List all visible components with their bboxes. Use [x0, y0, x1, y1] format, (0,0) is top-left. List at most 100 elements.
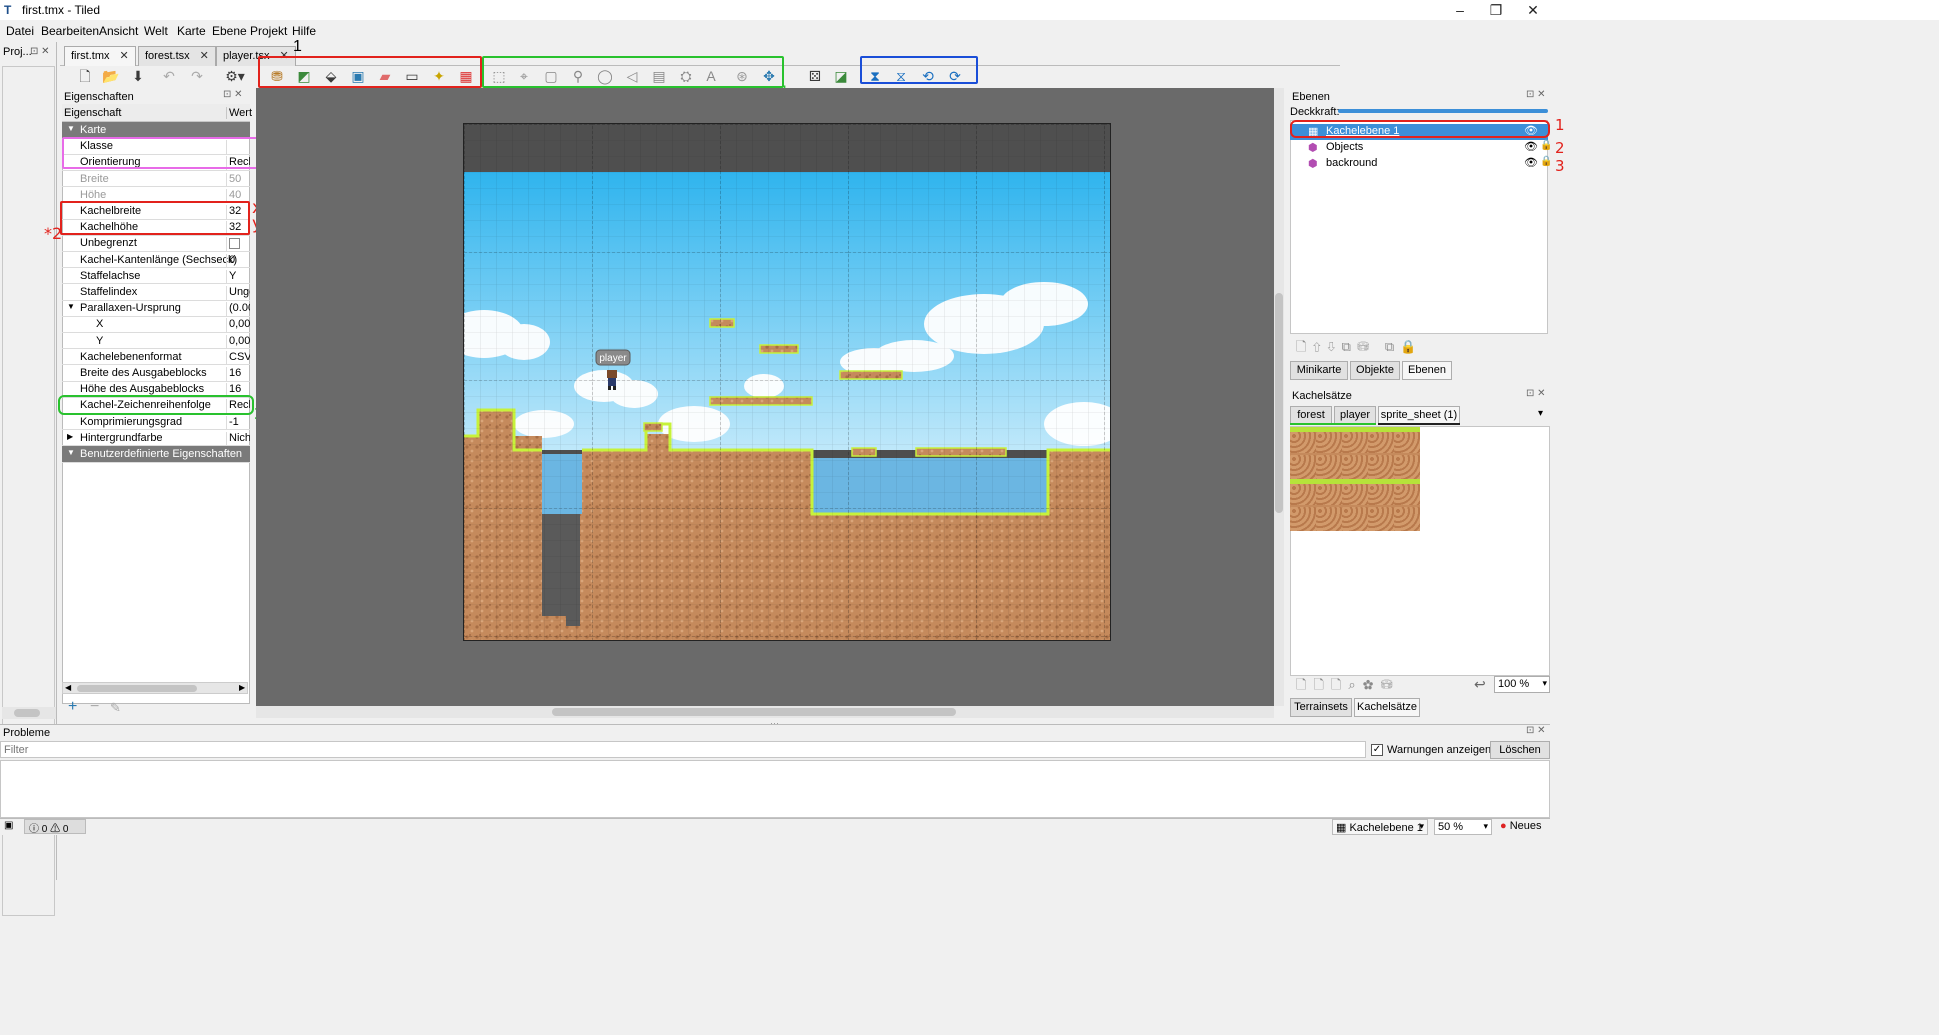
select-same-tile-icon[interactable]: ▦ — [455, 66, 477, 86]
unbounded-checkbox[interactable] — [229, 238, 240, 250]
layers-panel-buttons[interactable]: ⊡ ✕ — [1526, 89, 1546, 100]
menu-karte[interactable]: Karte — [177, 24, 206, 38]
tileset-toolbar[interactable]: 🗋🗋🗋⌕✿⛁ — [1296, 676, 1400, 698]
shape-fill-icon[interactable]: ▣ — [347, 66, 369, 86]
tile-cell[interactable] — [1394, 479, 1420, 505]
select-objects-icon[interactable]: ⬚ — [488, 66, 510, 86]
property-row[interactable]: ▼ Parallaxen-Ursprung (0.00, — [62, 300, 250, 317]
property-value[interactable]: Nicht — [226, 431, 250, 446]
tileset-image[interactable] — [1290, 427, 1422, 531]
lock-icon[interactable]: 🔒 — [1540, 140, 1552, 151]
tile-cell[interactable] — [1316, 453, 1342, 479]
insert-polygon-icon[interactable]: ◁ — [621, 66, 643, 86]
layer-row-objects[interactable]: ⬢ Objects 👁 🔒 — [1290, 140, 1552, 156]
property-row[interactable]: Breite 50 — [62, 171, 250, 188]
chevron-right-icon[interactable]: ▶ — [67, 432, 73, 441]
console-icon[interactable]: ▣ — [4, 820, 13, 831]
flip-horizontal-icon[interactable]: ⧗ — [864, 66, 886, 86]
dynamic-wrap-icon[interactable]: ↩ — [1474, 676, 1486, 693]
tile-cell[interactable] — [1394, 505, 1420, 531]
tile-cell[interactable] — [1316, 505, 1342, 531]
tileset-dropdown-icon[interactable]: ▾ — [1538, 408, 1543, 419]
remove-property-button[interactable]: − — [90, 698, 99, 716]
viewport-vscroll[interactable] — [1274, 88, 1284, 706]
chevron-down-icon[interactable]: ▼ — [67, 302, 75, 311]
undo-icon[interactable]: ↶ — [158, 66, 180, 86]
new-file-icon[interactable]: 🗋 — [74, 66, 96, 86]
tab-kachelsaetze[interactable]: Kachelsätze — [1354, 698, 1420, 717]
tile-cell[interactable] — [1368, 427, 1394, 453]
warnings-checkbox[interactable]: ✓ — [1371, 744, 1383, 756]
tile-cell[interactable] — [1394, 453, 1420, 479]
tile-cell[interactable] — [1342, 427, 1368, 453]
property-row[interactable]: Staffelachse Y — [62, 268, 250, 285]
clear-button[interactable]: Löschen — [1490, 741, 1550, 759]
wang-fill-icon[interactable]: ◪ — [830, 66, 852, 86]
tile-cell[interactable] — [1290, 479, 1316, 505]
menu-ebene[interactable]: Ebene — [212, 24, 247, 38]
layer-row-backround[interactable]: ⬢ backround 👁 🔒 — [1290, 156, 1552, 172]
tile-cell[interactable] — [1290, 427, 1316, 453]
insert-point-icon[interactable]: ⚲ — [567, 66, 589, 86]
menu-datei[interactable]: Datei — [6, 24, 34, 38]
map-canvas[interactable]: player — [464, 124, 1111, 641]
property-value[interactable]: 0,00 — [226, 318, 250, 333]
redo-icon[interactable]: ↷ — [186, 66, 208, 86]
property-row[interactable]: Y 0,00 — [62, 333, 250, 350]
add-property-button[interactable]: + — [68, 698, 77, 716]
chevron-down-icon[interactable]: ▼ — [67, 124, 75, 133]
map-zoom-select[interactable]: 50 % ▾ — [1434, 819, 1492, 835]
tab-first-tmx[interactable]: first.tmx ✕ — [64, 46, 136, 66]
eraser-icon[interactable]: ▰ — [374, 66, 396, 86]
filter-input[interactable] — [0, 741, 1366, 758]
tile-cell[interactable] — [1290, 453, 1316, 479]
tileset-tab-forest[interactable]: forest — [1290, 406, 1332, 424]
tileset-tab-sprite-sheet[interactable]: sprite_sheet (1) — [1378, 406, 1460, 424]
rotate-right-icon[interactable]: ⟳ — [944, 66, 966, 86]
project-panel-buttons[interactable]: ⊡ ✕ — [30, 46, 50, 57]
save-icon[interactable]: ⬇ — [127, 66, 149, 86]
tile-cell[interactable] — [1342, 453, 1368, 479]
news-button[interactable]: ● Neues — [1500, 820, 1542, 832]
tab-objekte[interactable]: Objekte — [1350, 361, 1400, 380]
properties-panel-buttons[interactable]: ⊡ ✕ — [223, 89, 243, 100]
problems-panel-buttons[interactable]: ⊡ ✕ — [1526, 725, 1546, 736]
insert-template-icon[interactable]: ⛭ — [675, 66, 697, 86]
property-value[interactable]: CSV — [226, 350, 250, 365]
property-row[interactable]: X 0,00 — [62, 316, 250, 333]
insert-text-icon[interactable]: A — [700, 66, 722, 86]
menu-ansicht[interactable]: Ansicht — [99, 24, 138, 38]
tab-terrainsets[interactable]: Terrainsets — [1290, 698, 1352, 717]
opacity-slider[interactable] — [1338, 109, 1548, 113]
menu-projekt[interactable]: Projekt — [250, 24, 287, 38]
tilesets-panel-buttons[interactable]: ⊡ ✕ — [1526, 388, 1546, 399]
lock-icon[interactable]: 🔒 — [1540, 156, 1552, 167]
property-value[interactable] — [226, 237, 250, 252]
chevron-down-icon[interactable]: ▼ — [67, 448, 75, 457]
tab-minikarte[interactable]: Minikarte — [1290, 361, 1348, 380]
flip-vertical-icon[interactable]: ⧖ — [890, 66, 912, 86]
property-value[interactable]: Unge — [226, 286, 250, 300]
property-row[interactable]: Kachel-Kantenlänge (Sechseck) 0 — [62, 252, 250, 269]
property-row[interactable]: Komprimierungsgrad -1 — [62, 414, 250, 431]
property-value[interactable]: 0 — [226, 253, 250, 268]
properties-scrollbar[interactable]: ◀ ▶ — [62, 682, 248, 694]
open-file-icon[interactable]: 📂 — [100, 66, 122, 86]
eye-icon[interactable]: 👁 — [1524, 156, 1538, 169]
close-icon[interactable]: ✕ — [120, 50, 129, 62]
property-row[interactable]: Breite des Ausgabeblocks 16 — [62, 365, 250, 382]
edit-polygons-icon[interactable]: ⌖ — [513, 66, 535, 86]
commands-icon[interactable]: ⚙▾ — [220, 66, 250, 86]
menu-hilfe[interactable]: Hilfe — [292, 24, 316, 38]
rect-select-icon[interactable]: ▭ — [401, 66, 423, 86]
tileset-zoom-select[interactable]: 100 % ▾ — [1494, 676, 1550, 693]
terrain-brush-icon[interactable]: ◩ — [293, 66, 315, 86]
stamp-brush-icon[interactable]: ⛃ — [266, 66, 288, 86]
magic-wand-icon[interactable]: ✦ — [428, 66, 450, 86]
world-tool-icon[interactable]: ⊛ — [731, 66, 753, 86]
tab-forest-tsx[interactable]: forest.tsx ✕ — [138, 46, 216, 66]
tile-cell[interactable] — [1290, 505, 1316, 531]
tileset-tab-player[interactable]: player — [1334, 406, 1376, 424]
edit-property-button[interactable]: ✎ — [110, 700, 121, 716]
viewport-hscroll[interactable] — [256, 706, 1274, 718]
